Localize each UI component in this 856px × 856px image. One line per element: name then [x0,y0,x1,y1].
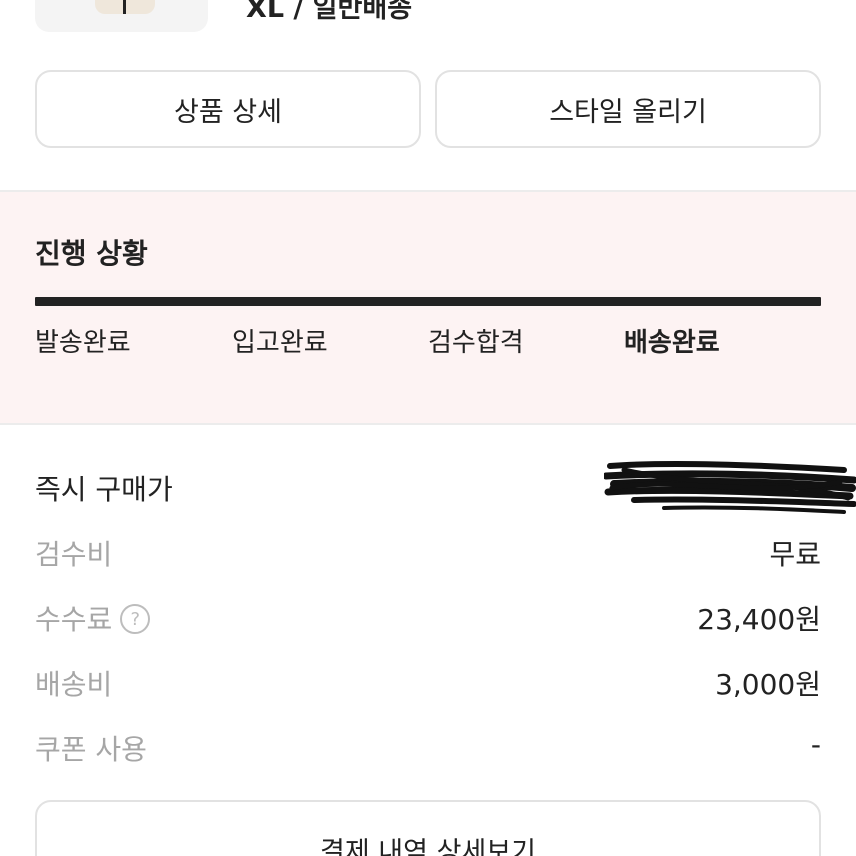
product-option: XL / 일반배송 [246,0,413,24]
commission-label-group: 수수료? [35,598,151,638]
progress-title: 진행 상황 [35,237,148,270]
inspection-fee-label: 검수비 [35,538,113,571]
instant-buy-price-label: 즉시 구매가 [35,473,173,506]
coupon-row: 쿠폰 사용 - [35,728,821,768]
coupon-label: 쿠폰 사용 [35,733,147,766]
inspection-fee-value: 무료 [769,538,821,571]
section-divider [0,423,856,425]
commission-row: 수수료? 23,400원 [35,598,821,638]
product-thumbnail[interactable] [35,0,208,32]
progress-step: 발송완료 [35,328,131,358]
progress-section: 진행 상황 발송완료 입고완료 검수합격 배송완료 [0,192,856,424]
product-detail-button[interactable]: 상품 상세 [35,70,421,148]
commission-label: 수수료 [35,603,113,636]
progress-step: 검수합격 [428,328,524,358]
shipping-fee-value: 3,000원 [715,668,821,701]
commission-value: 23,400원 [697,603,821,636]
shipping-fee-row: 배송비 3,000원 [35,663,821,703]
progress-step: 입고완료 [232,328,328,358]
progress-bar [35,297,821,306]
inspection-fee-row: 검수비 무료 [35,533,821,573]
question-circle-icon[interactable]: ? [120,604,151,634]
product-image-detail [123,0,126,14]
progress-step-current: 배송완료 [624,328,720,358]
post-style-button[interactable]: 스타일 올리기 [435,70,821,148]
payment-detail-button[interactable]: 결제 내역 상세보기 [35,800,821,856]
action-button-row: 상품 상세 스타일 올리기 [35,70,821,148]
redaction-scribble [604,460,856,514]
order-detail-page: XL / 일반배송 상품 상세 스타일 올리기 진행 상황 발송완료 입고완료 … [0,0,856,856]
coupon-value: - [810,728,821,761]
shipping-fee-label: 배송비 [35,668,113,701]
